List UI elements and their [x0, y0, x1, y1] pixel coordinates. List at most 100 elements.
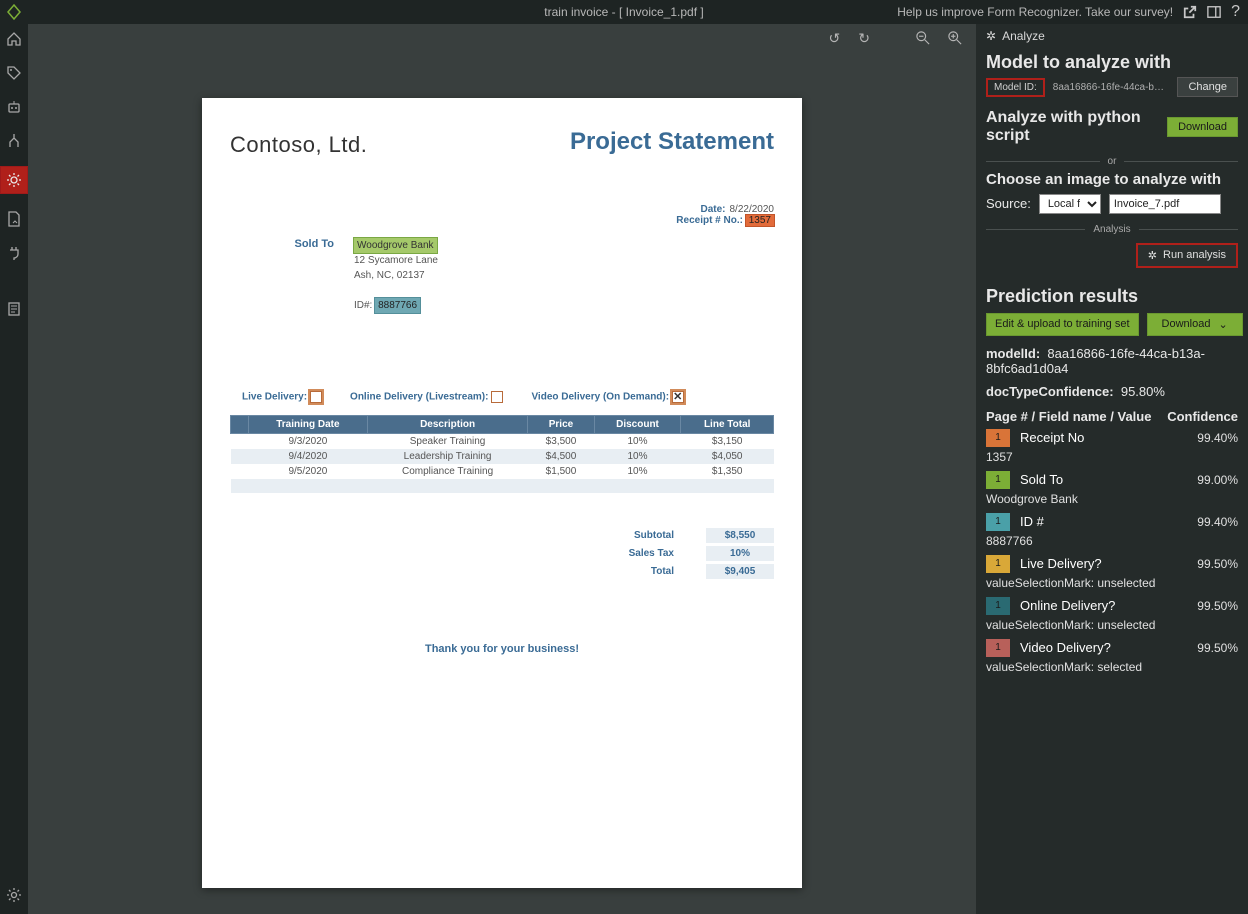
model-heading: Model to analyze with	[976, 48, 1248, 75]
date-value: 8/22/2020	[730, 204, 775, 215]
field-name: Video Delivery?	[1020, 640, 1197, 655]
field-name: Sold To	[1020, 472, 1197, 487]
source-label: Source:	[986, 196, 1031, 211]
field-confidence: 99.40%	[1197, 515, 1238, 529]
page-chip: 1	[986, 639, 1010, 657]
analysis-divider: Analysis	[1085, 224, 1138, 235]
analyze-header: Analyze	[1002, 29, 1045, 43]
fields-header-left: Page # / Field name / Value	[986, 409, 1151, 424]
home-icon[interactable]	[5, 30, 23, 48]
app-topbar: train invoice - [ Invoice_1.pdf ] Help u…	[0, 0, 1248, 24]
left-sidebar	[0, 24, 28, 914]
run-analysis-button[interactable]: ✲Run analysis	[1136, 243, 1238, 268]
zoom-out-icon[interactable]	[916, 31, 930, 45]
edit-upload-button[interactable]: Edit & upload to training set	[986, 313, 1139, 336]
table-row: 9/5/2020Compliance Training$1,50010%$1,3…	[231, 464, 774, 479]
choose-heading: Choose an image to analyze with	[976, 171, 1248, 188]
table-row: 9/3/2020Speaker Training$3,50010%$3,150	[231, 434, 774, 450]
fields-header-right: Confidence	[1167, 409, 1238, 424]
prediction-heading: Prediction results	[976, 278, 1248, 309]
analyze-panel: ✲ Analyze Model to analyze with Model ID:…	[976, 24, 1248, 914]
merge-icon[interactable]	[5, 132, 23, 150]
page-chip: 1	[986, 513, 1010, 531]
field-value: 1357	[986, 448, 1238, 468]
items-table: Training DateDescriptionPriceDiscountLin…	[230, 415, 774, 493]
live-label: Live Delivery:	[242, 392, 307, 403]
source-file-input[interactable]	[1109, 194, 1221, 214]
id-value: 8887766	[375, 298, 420, 313]
script-heading: Analyze with python script	[986, 109, 1167, 146]
field-confidence: 99.00%	[1197, 473, 1238, 487]
file-icon[interactable]	[5, 210, 23, 228]
download-script-button[interactable]: Download	[1167, 117, 1238, 137]
page-chip: 1	[986, 555, 1010, 573]
plug-icon[interactable]	[5, 244, 23, 262]
page-chip: 1	[986, 429, 1010, 447]
prediction-field[interactable]: 1 Sold To99.00% Woodgrove Bank	[976, 470, 1248, 512]
robot-icon[interactable]	[5, 98, 23, 116]
th-desc: Description	[367, 416, 528, 434]
table-row: 9/4/2020Leadership Training$4,50010%$4,0…	[231, 449, 774, 464]
analyze-icon[interactable]	[0, 166, 28, 194]
prediction-field[interactable]: 1Online Delivery?99.50%valueSelectionMar…	[976, 596, 1248, 638]
share-icon[interactable]	[1183, 5, 1197, 19]
field-name: Live Delivery?	[1020, 556, 1197, 571]
source-select[interactable]: Local file	[1039, 194, 1101, 214]
doctype-conf-label: docTypeConfidence:	[986, 384, 1114, 399]
field-confidence: 99.50%	[1197, 557, 1238, 571]
panel-icon[interactable]	[1207, 5, 1221, 19]
zoom-in-icon[interactable]	[948, 31, 962, 45]
survey-link[interactable]: Help us improve Form Recognizer. Take ou…	[897, 5, 1173, 19]
field-confidence: 99.50%	[1197, 641, 1238, 655]
tax-label: Sales Tax	[614, 548, 674, 559]
date-label: Date:	[700, 204, 725, 215]
subtotal-value: $8,550	[706, 528, 774, 543]
invoice-document: Contoso, Ltd. Project Statement Date:8/2…	[202, 98, 802, 888]
window-title: train invoice - [ Invoice_1.pdf ]	[544, 5, 703, 19]
online-checkbox	[491, 391, 503, 403]
th-price: Price	[528, 416, 594, 434]
receipt-label: Receipt # No.:	[676, 215, 743, 226]
field-name: ID #	[1020, 514, 1197, 529]
document-icon[interactable]	[5, 300, 23, 318]
prediction-field[interactable]: 1 ID #99.40% 8887766	[976, 512, 1248, 554]
receipt-value: 1357	[746, 215, 774, 226]
field-value: Woodgrove Bank	[986, 490, 1238, 510]
thanks-text: Thank you for your business!	[202, 643, 802, 655]
total-value: $9,405	[706, 564, 774, 579]
field-value: valueSelectionMark: selected	[986, 658, 1238, 678]
prediction-field[interactable]: 1 Receipt No99.40% 1357	[976, 428, 1248, 470]
field-name: Online Delivery?	[1020, 598, 1197, 613]
undo-icon[interactable]: ↺	[829, 30, 841, 47]
download-results-button[interactable]: Download⌄	[1147, 313, 1243, 336]
page-chip: 1	[986, 471, 1010, 489]
field-value: 8887766	[986, 532, 1238, 552]
th-disc: Discount	[594, 416, 681, 434]
gear-icon: ✲	[986, 29, 996, 43]
chevron-down-icon: ⌄	[1218, 318, 1227, 331]
field-confidence: 99.40%	[1197, 431, 1238, 445]
modelid-label: Model ID:	[986, 78, 1045, 97]
prediction-field[interactable]: 1 Live Delivery?99.50% valueSelectionMark:…	[976, 554, 1248, 596]
change-button[interactable]: Change	[1177, 77, 1238, 97]
id-label: ID#:	[354, 300, 372, 311]
tag-icon[interactable]	[5, 64, 23, 82]
or-divider: or	[1100, 156, 1125, 167]
settings-icon[interactable]	[5, 886, 23, 904]
doctype-conf-value: 95.80%	[1121, 384, 1165, 399]
modelid-kv-label: modelId:	[986, 346, 1040, 361]
redo-icon[interactable]: ↻	[858, 30, 870, 47]
th-date: Training Date	[249, 416, 368, 434]
field-name: Receipt No	[1020, 430, 1197, 445]
modelid-value: 8aa16866-16fe-44ca-b13a-8bfc6a...	[1053, 82, 1170, 93]
prediction-field[interactable]: 1 Video Delivery?99.50% valueSelectionMark…	[976, 638, 1248, 680]
viewer-toolbar: ↺ ↻	[28, 24, 976, 52]
field-value: valueSelectionMark: unselected	[986, 574, 1238, 594]
subtotal-label: Subtotal	[614, 530, 674, 541]
video-checkbox	[672, 391, 684, 403]
soldto-label: Sold To	[282, 238, 334, 313]
help-icon[interactable]: ?	[1231, 3, 1240, 21]
video-label: Video Delivery (On Demand):	[531, 392, 669, 403]
soldto-addr2: Ash, NC, 02137	[354, 270, 425, 281]
page-chip: 1	[986, 597, 1010, 615]
